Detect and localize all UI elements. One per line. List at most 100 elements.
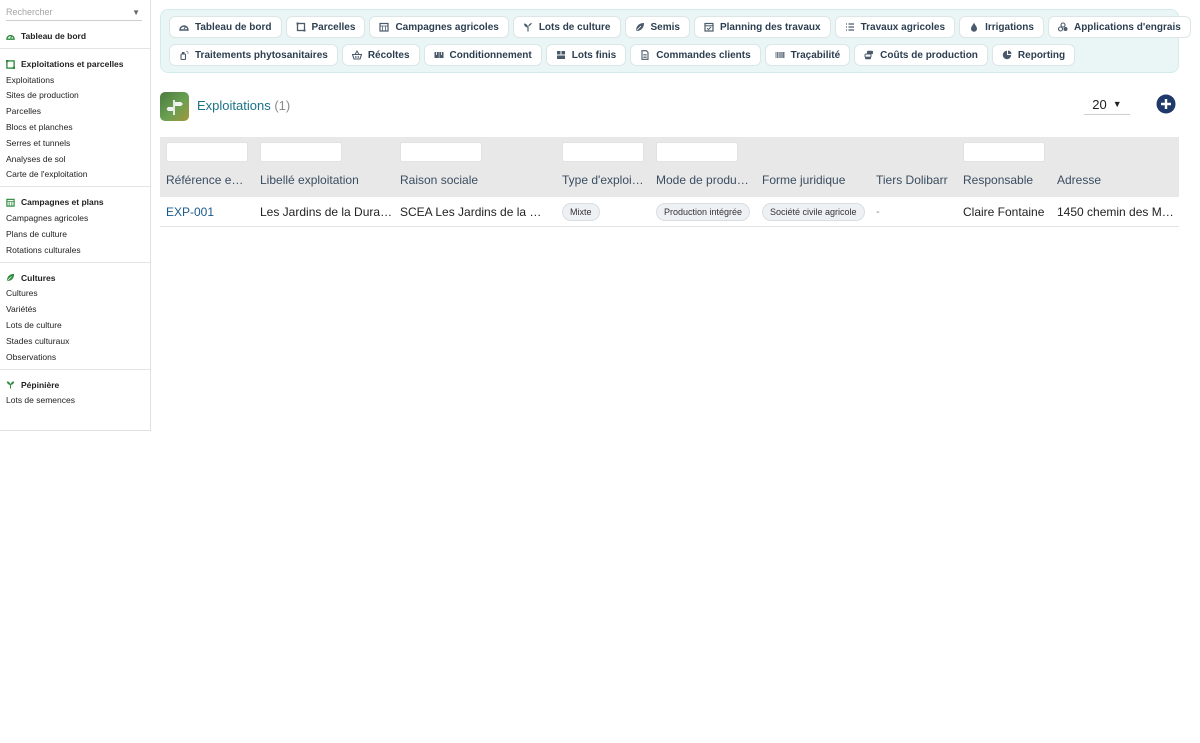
leaf-icon xyxy=(635,23,644,31)
menu-section-pepiniere: Pépinière Lots de semences xyxy=(0,370,150,413)
tab-label: Parcelles xyxy=(311,21,356,33)
sidebar-item-exploitations[interactable]: Exploitations xyxy=(0,72,150,88)
cell-text: Claire Fontaine xyxy=(963,204,1045,219)
boxes-icon xyxy=(434,52,444,58)
tab-label: Lots finis xyxy=(571,49,617,61)
sidebar-item-lots-culture[interactable]: Lots de culture xyxy=(0,317,150,333)
filter-input[interactable] xyxy=(656,142,738,162)
pie-chart-icon xyxy=(1002,50,1012,60)
sidebar-item-blocs[interactable]: Blocs et planches xyxy=(0,119,150,135)
sidebar-section-campagnes[interactable]: Campagnes et plans xyxy=(0,193,150,210)
column-header[interactable]: Raison sociale xyxy=(400,173,550,187)
sidebar-section-pepiniere[interactable]: Pépinière xyxy=(0,376,150,393)
table-header: Référence exploitation Libellé exploitat… xyxy=(160,137,1179,197)
gauge-icon xyxy=(179,25,189,31)
column-header[interactable]: Référence exploitation xyxy=(166,173,248,187)
signpost-icon xyxy=(166,99,183,115)
sidebar-item-sites[interactable]: Sites de production xyxy=(0,88,150,104)
tab-lots-finis[interactable]: Lots finis xyxy=(545,44,627,66)
column-responsable: Responsable xyxy=(957,137,1051,197)
sidebar-item-analyses[interactable]: Analyses de sol xyxy=(0,151,150,167)
tab-label: Travaux agricoles xyxy=(860,21,946,33)
filter-input[interactable] xyxy=(260,142,342,162)
reference-link[interactable]: EXP-001 xyxy=(160,205,214,219)
filter-input[interactable] xyxy=(400,142,482,162)
tab-planning-des-travaux[interactable]: Planning des travaux xyxy=(693,16,831,38)
column-header[interactable]: Responsable xyxy=(963,173,1045,187)
sprout-icon xyxy=(6,381,15,389)
cell-tiers: - xyxy=(870,197,957,226)
sidebar-section-exploitations[interactable]: Exploitations et parcelles xyxy=(0,55,150,72)
column-raison-sociale: Raison sociale xyxy=(394,137,556,197)
tab-travaux-agricoles[interactable]: Travaux agricoles xyxy=(834,16,956,38)
calendar-icon xyxy=(379,22,390,32)
column-header[interactable]: Libellé exploitation xyxy=(260,173,390,187)
search-input[interactable] xyxy=(6,7,116,17)
menu-section-cultures: Cultures Cultures Variétés Lots de cultu… xyxy=(0,263,150,370)
chevron-down-icon[interactable]: ▼ xyxy=(132,8,140,17)
tab-reporting[interactable]: Reporting xyxy=(991,44,1076,66)
column-header[interactable]: Forme juridique xyxy=(762,173,866,187)
cell-text: 1450 chemin des Marais xyxy=(1057,204,1179,219)
add-record-button[interactable] xyxy=(1156,94,1176,114)
tab-label: Commandes clients xyxy=(656,49,751,61)
column-libelle: Libellé exploitation xyxy=(254,137,394,197)
sidebar-item-lots-semences[interactable]: Lots de semences xyxy=(0,393,150,409)
droplet-icon xyxy=(971,22,978,32)
sidebar-item-label: Tableau de bord xyxy=(21,31,87,41)
tab-applications-engrais[interactable]: Applications d'engrais xyxy=(1047,16,1191,38)
sidebar-item-observations[interactable]: Observations xyxy=(0,349,150,365)
sidebar-item-serres[interactable]: Serres et tunnels xyxy=(0,135,150,151)
column-header[interactable]: Type d'exploitation xyxy=(562,173,644,187)
tab-semis[interactable]: Semis xyxy=(624,16,690,38)
tab-recoltes[interactable]: Récoltes xyxy=(341,44,420,66)
tab-couts-de-production[interactable]: Coûts de production xyxy=(854,44,988,66)
tab-lots-de-culture[interactable]: Lots de culture xyxy=(512,16,621,38)
tab-label: Reporting xyxy=(1017,49,1066,61)
sidebar-item-campagnes-agricoles[interactable]: Campagnes agricoles xyxy=(0,210,150,226)
menu-section-campagnes: Campagnes et plans Campagnes agricoles P… xyxy=(0,187,150,263)
seedling-icon xyxy=(523,23,532,32)
column-header[interactable]: Tiers Dolibarr xyxy=(876,173,952,187)
sidebar-section-cultures[interactable]: Cultures xyxy=(0,269,150,286)
tab-commandes-clients[interactable]: Commandes clients xyxy=(630,44,761,66)
per-page-select[interactable]: 20 ▼ xyxy=(1084,94,1130,115)
sidebar-item-dashboard[interactable]: Tableau de bord xyxy=(0,27,150,44)
sidebar-item-cultures[interactable]: Cultures xyxy=(0,286,150,302)
column-header[interactable]: Adresse xyxy=(1057,173,1177,187)
sidebar-search[interactable]: ▼ xyxy=(6,4,142,21)
tab-traitements-phytosanitaires[interactable]: Traitements phytosanitaires xyxy=(169,44,338,66)
tab-label: Lots de culture xyxy=(538,21,611,33)
cell-raison-sociale: SCEA Les Jardins de la Durance xyxy=(394,197,550,226)
forme-badge: Société civile agricole xyxy=(762,202,865,221)
tab-parcelles[interactable]: Parcelles xyxy=(285,16,366,38)
sidebar-section-title: Campagnes et plans xyxy=(21,197,104,208)
column-tiers: Tiers Dolibarr xyxy=(870,137,957,197)
tab-conditionnement[interactable]: Conditionnement xyxy=(423,44,542,66)
sidebar-item-varietes[interactable]: Variétés xyxy=(0,302,150,318)
filter-input[interactable] xyxy=(166,142,248,162)
tab-label: Irrigations xyxy=(985,21,1034,33)
table-row[interactable]: EXP-001 Les Jardins de la Durance SCEA L… xyxy=(160,197,1179,227)
sidebar-item-parcelles[interactable]: Parcelles xyxy=(0,104,150,120)
filter-input[interactable] xyxy=(963,142,1045,162)
sidebar-item-carte[interactable]: Carte de l'exploitation xyxy=(0,167,150,183)
tab-irrigations[interactable]: Irrigations xyxy=(959,16,1044,38)
mode-badge: Production intégrée xyxy=(656,202,751,221)
basket-icon xyxy=(351,50,362,60)
map-square-icon xyxy=(6,59,15,69)
tab-campagnes-agricoles[interactable]: Campagnes agricoles xyxy=(369,16,509,38)
tab-tracabilite[interactable]: Traçabilité xyxy=(764,44,851,66)
sidebar-item-stades[interactable]: Stades culturaux xyxy=(0,333,150,349)
calendar-grid-icon xyxy=(6,198,15,207)
exploitations-table: Référence exploitation Libellé exploitat… xyxy=(160,137,1179,227)
column-adresse: Adresse xyxy=(1051,137,1179,197)
page-title: Exploitations (1) xyxy=(197,98,290,113)
column-header[interactable]: Mode de production xyxy=(656,173,750,187)
sidebar-section-title: Cultures xyxy=(21,272,56,283)
tab-tableau-de-bord[interactable]: Tableau de bord xyxy=(169,16,282,38)
sidebar-item-plans-culture[interactable]: Plans de culture xyxy=(0,226,150,242)
filter-input[interactable] xyxy=(562,142,644,162)
sidebar-item-rotations[interactable]: Rotations culturales xyxy=(0,242,150,258)
column-reference: Référence exploitation xyxy=(160,137,254,197)
